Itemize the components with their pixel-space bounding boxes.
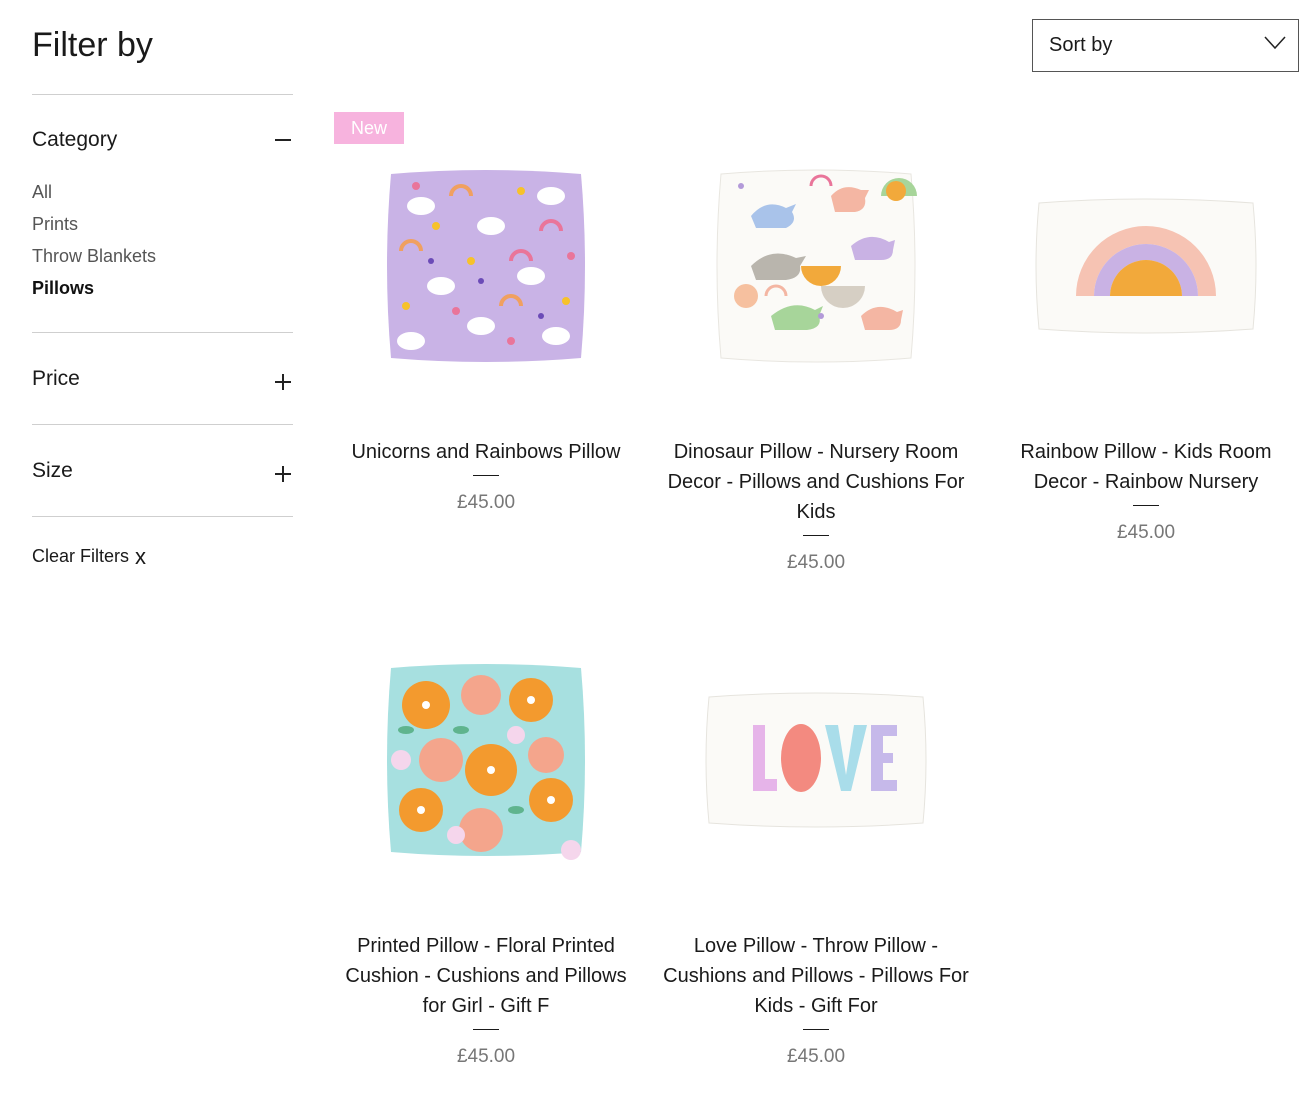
product-info: Dinosaur Pillow - Nursery Room Decor - P… xyxy=(661,437,971,578)
category-item-all[interactable]: All xyxy=(32,182,52,203)
new-badge: New xyxy=(334,112,404,144)
divider xyxy=(473,1029,499,1030)
product-image[interactable] xyxy=(661,605,971,915)
product-image[interactable] xyxy=(991,111,1301,421)
plus-icon xyxy=(275,373,293,391)
divider xyxy=(32,332,293,333)
product-name[interactable]: Dinosaur Pillow - Nursery Room Decor - P… xyxy=(668,441,965,523)
product-info: Love Pillow - Throw Pillow - Cushions an… xyxy=(661,931,971,1072)
price-section-toggle[interactable]: Price xyxy=(32,364,293,394)
product-info: Unicorns and Rainbows Pillow £45.00 xyxy=(331,437,641,518)
product-price: £45.00 xyxy=(786,552,846,573)
product-info: Printed Pillow - Floral Printed Cushion … xyxy=(331,931,641,1072)
product-price: £45.00 xyxy=(786,1046,846,1067)
product-name[interactable]: Unicorns and Rainbows Pillow xyxy=(351,441,620,463)
divider xyxy=(473,475,499,476)
product-image[interactable] xyxy=(331,605,641,915)
product-info: Rainbow Pillow - Kids Room Decor - Rainb… xyxy=(991,437,1301,548)
sort-dropdown[interactable]: Sort by xyxy=(1032,19,1299,72)
clear-filters-label: Clear Filters xyxy=(32,546,130,566)
sort-label: Sort by xyxy=(1049,34,1113,56)
category-item-prints[interactable]: Prints xyxy=(32,214,78,235)
category-section-toggle[interactable]: Category xyxy=(32,125,293,155)
category-item-pillows[interactable]: Pillows xyxy=(32,278,94,299)
divider xyxy=(32,424,293,425)
product-price: £45.00 xyxy=(1116,522,1176,543)
product-image[interactable] xyxy=(661,111,971,421)
plus-icon xyxy=(275,465,293,483)
category-item-throw-blankets[interactable]: Throw Blankets xyxy=(32,246,156,267)
chevron-down-icon xyxy=(1264,36,1286,55)
size-label: Size xyxy=(32,459,73,482)
divider xyxy=(803,535,829,536)
divider xyxy=(32,516,293,517)
product-name[interactable]: Printed Pillow - Floral Printed Cushion … xyxy=(345,935,626,1017)
product-image[interactable] xyxy=(331,111,641,421)
category-label: Category xyxy=(32,128,118,151)
divider xyxy=(803,1029,829,1030)
clear-filters-button[interactable]: Clear Filters x xyxy=(32,543,147,569)
close-icon: x xyxy=(135,543,147,569)
product-price: £45.00 xyxy=(456,1046,516,1067)
size-section-toggle[interactable]: Size xyxy=(32,456,293,486)
product-name[interactable]: Rainbow Pillow - Kids Room Decor - Rainb… xyxy=(1020,441,1271,493)
product-name[interactable]: Love Pillow - Throw Pillow - Cushions an… xyxy=(663,935,969,1017)
minus-icon xyxy=(275,131,293,149)
price-label: Price xyxy=(32,367,80,390)
filter-title: Filter by xyxy=(32,26,153,64)
product-price: £45.00 xyxy=(456,492,516,513)
divider xyxy=(1133,505,1159,506)
divider xyxy=(32,94,293,95)
